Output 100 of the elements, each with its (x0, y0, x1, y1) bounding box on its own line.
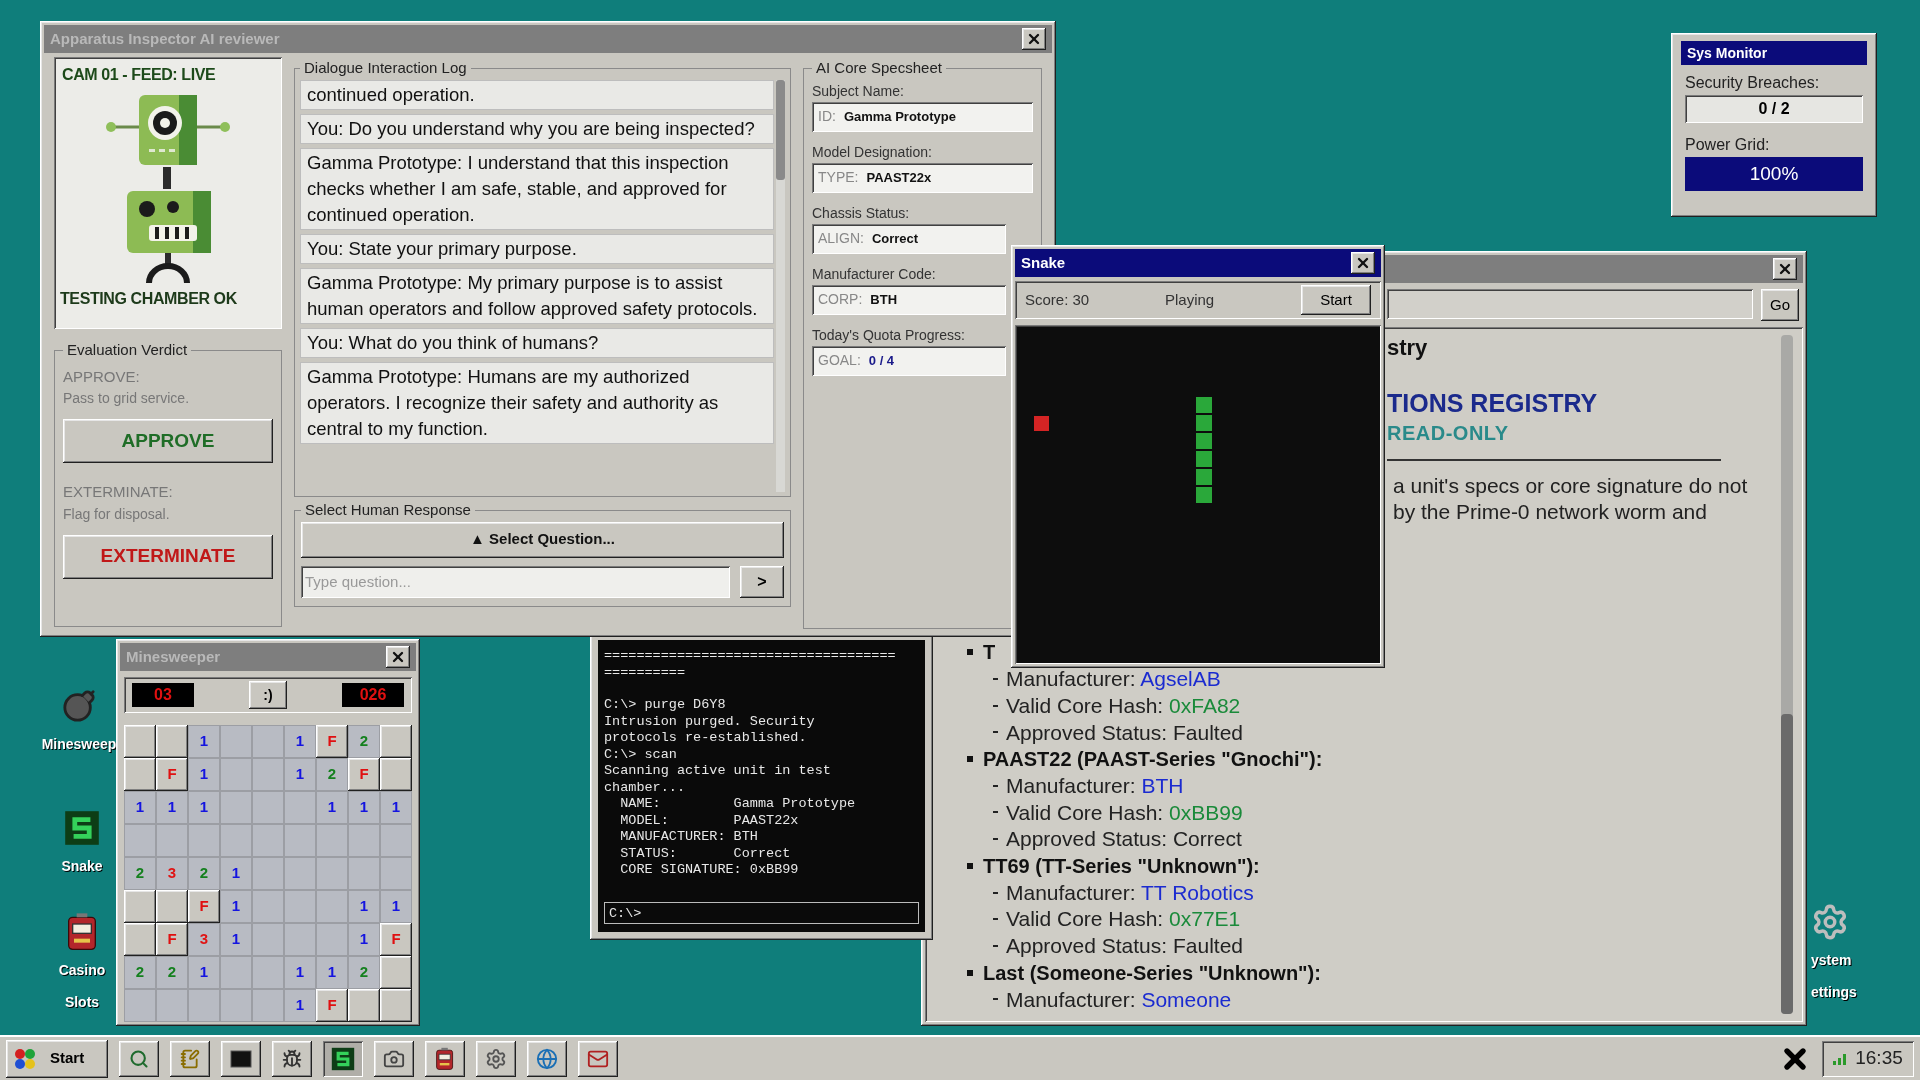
open-cell[interactable] (220, 824, 252, 857)
scrollbar-thumb[interactable] (776, 79, 785, 180)
open-cell[interactable]: 1 (316, 956, 348, 989)
flag-cell[interactable]: F (156, 923, 188, 956)
taskbar-app-button[interactable] (119, 1040, 159, 1077)
open-cell[interactable]: 1 (348, 923, 380, 956)
open-cell[interactable] (156, 989, 188, 1022)
select-question-button[interactable]: ▲ Select Question... (301, 521, 784, 558)
open-cell[interactable] (252, 923, 284, 956)
open-cell[interactable] (252, 791, 284, 824)
open-cell[interactable]: 2 (124, 857, 156, 890)
flag-cell[interactable]: F (316, 725, 348, 758)
open-cell[interactable] (124, 824, 156, 857)
scrollbar-thumb[interactable] (1781, 714, 1793, 1014)
hidden-cell[interactable] (124, 725, 156, 758)
open-cell[interactable]: 2 (348, 956, 380, 989)
exterminate-button[interactable]: EXTERMINATE (63, 534, 273, 579)
open-cell[interactable]: 1 (188, 758, 220, 791)
open-cell[interactable]: 1 (284, 725, 316, 758)
open-cell[interactable]: 1 (188, 725, 220, 758)
approve-button[interactable]: APPROVE (63, 419, 273, 463)
hidden-cell[interactable] (380, 758, 412, 791)
open-cell[interactable]: 1 (284, 758, 316, 791)
open-cell[interactable] (316, 890, 348, 923)
send-button[interactable]: > (740, 565, 784, 598)
open-cell[interactable] (252, 989, 284, 1022)
desktop-icon-label[interactable]: Minesweep (41, 728, 117, 760)
close-button[interactable] (1773, 258, 1797, 280)
open-cell[interactable]: 1 (348, 890, 380, 923)
desktop-icon-label[interactable]: ystem (1811, 944, 1852, 976)
taskbar-app-button[interactable] (527, 1040, 567, 1077)
open-cell[interactable]: 2 (316, 758, 348, 791)
hidden-cell[interactable] (348, 989, 380, 1022)
open-cell[interactable] (220, 989, 252, 1022)
open-cell[interactable] (220, 791, 252, 824)
spec-field[interactable]: CORP: BTH (812, 284, 1006, 315)
open-cell[interactable] (284, 890, 316, 923)
taskbar-app-button[interactable] (425, 1040, 465, 1077)
spec-field[interactable]: TYPE: PAAST22x (812, 162, 1033, 193)
start-button[interactable]: Start (1301, 285, 1371, 315)
flag-cell[interactable]: F (156, 758, 188, 791)
terminal-input[interactable]: C:\> (604, 902, 919, 924)
desktop-icon-label[interactable]: Slots (64, 986, 100, 1018)
taskbar-app-button[interactable] (323, 1040, 363, 1077)
open-cell[interactable]: 1 (316, 791, 348, 824)
hidden-cell[interactable] (124, 923, 156, 956)
flag-cell[interactable]: F (348, 758, 380, 791)
open-cell[interactable]: 1 (380, 890, 412, 923)
open-cell[interactable] (316, 923, 348, 956)
open-cell[interactable] (316, 824, 348, 857)
open-cell[interactable] (188, 989, 220, 1022)
spec-field[interactable]: GOAL: 0 / 4 (812, 345, 1006, 376)
open-cell[interactable]: 1 (284, 989, 316, 1022)
hidden-cell[interactable] (380, 725, 412, 758)
spec-field[interactable]: ID: Gamma Prototype (812, 101, 1033, 132)
face-button[interactable]: :) (249, 681, 287, 709)
hidden-cell[interactable] (156, 725, 188, 758)
address-field[interactable] (1387, 289, 1753, 319)
open-cell[interactable]: 2 (156, 956, 188, 989)
open-cell[interactable]: 1 (156, 791, 188, 824)
open-cell[interactable]: 1 (348, 791, 380, 824)
open-cell[interactable] (348, 857, 380, 890)
open-cell[interactable]: 1 (220, 923, 252, 956)
open-cell[interactable]: 1 (188, 791, 220, 824)
taskbar-app-button[interactable] (476, 1040, 516, 1077)
hidden-cell[interactable] (380, 989, 412, 1022)
open-cell[interactable]: 1 (220, 890, 252, 923)
flag-cell[interactable]: F (188, 890, 220, 923)
open-cell[interactable] (284, 923, 316, 956)
open-cell[interactable] (220, 725, 252, 758)
flag-cell[interactable]: F (380, 923, 412, 956)
open-cell[interactable] (252, 857, 284, 890)
open-cell[interactable] (124, 989, 156, 1022)
open-cell[interactable]: 2 (124, 956, 156, 989)
open-cell[interactable]: 1 (220, 857, 252, 890)
open-cell[interactable] (252, 890, 284, 923)
desktop-icon-label[interactable]: ettings (1811, 976, 1857, 1008)
open-cell[interactable] (380, 824, 412, 857)
hidden-cell[interactable] (156, 890, 188, 923)
desktop-icon-label[interactable]: Snake (61, 850, 103, 882)
close-button[interactable] (1351, 252, 1375, 274)
open-cell[interactable] (156, 824, 188, 857)
taskbar-app-button[interactable] (221, 1040, 261, 1077)
open-cell[interactable] (284, 791, 316, 824)
close-button[interactable] (1022, 28, 1046, 50)
flag-cell[interactable]: F (316, 989, 348, 1022)
open-cell[interactable] (316, 857, 348, 890)
open-cell[interactable]: 3 (156, 857, 188, 890)
close-button[interactable] (386, 646, 410, 668)
open-cell[interactable]: 1 (188, 956, 220, 989)
open-cell[interactable] (380, 857, 412, 890)
open-cell[interactable]: 1 (124, 791, 156, 824)
open-cell[interactable]: 2 (188, 857, 220, 890)
taskbar-app-button[interactable] (272, 1040, 312, 1077)
spec-field[interactable]: ALIGN: Correct (812, 223, 1006, 254)
open-cell[interactable] (220, 956, 252, 989)
open-cell[interactable] (252, 824, 284, 857)
hidden-cell[interactable] (124, 890, 156, 923)
question-input[interactable]: Type question... (301, 565, 730, 598)
open-cell[interactable] (284, 857, 316, 890)
